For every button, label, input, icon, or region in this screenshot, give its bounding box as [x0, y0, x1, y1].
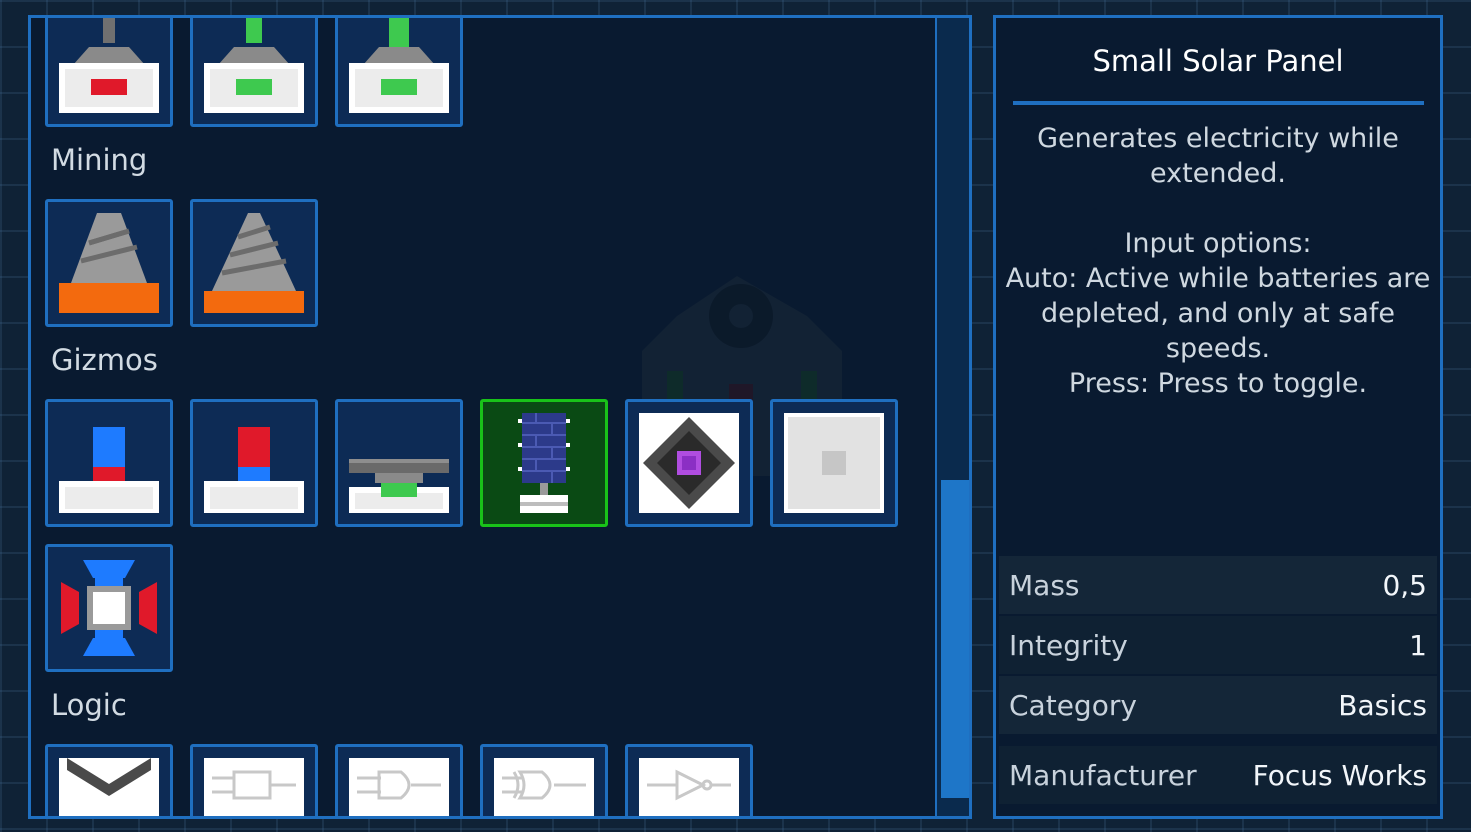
part-description: Generates electricity while extended. In… — [1005, 123, 1431, 399]
part-tile-thruster-cross[interactable] — [45, 544, 173, 672]
small-drill-icon — [59, 213, 159, 313]
part-tile-tall-green-light-button[interactable] — [335, 18, 463, 127]
part-tile-logic-gate-4[interactable] — [625, 744, 753, 816]
part-tile-green-light-button[interactable] — [190, 18, 318, 127]
stat-label: Category — [1009, 688, 1137, 722]
part-tile-red-light-button[interactable] — [45, 18, 173, 127]
part-tile-v-gate[interactable] — [45, 744, 173, 816]
part-tile-blue-red-piston[interactable] — [45, 399, 173, 527]
title-divider — [1013, 101, 1424, 105]
stat-value: 0,5 — [1382, 568, 1427, 602]
thruster-cross-icon — [61, 560, 157, 656]
part-tile-logic-gate-3[interactable] — [480, 744, 608, 816]
stat-row-manufacturer: Manufacturer Focus Works — [999, 746, 1437, 804]
part-tile-small-solar-panel[interactable] — [480, 399, 608, 527]
part-tile-diamond-sensor[interactable] — [625, 399, 753, 527]
section-label-mining: Mining — [51, 143, 148, 177]
palette-scrollbar[interactable] — [935, 18, 969, 816]
logic-gate-3-icon — [494, 758, 594, 816]
large-drill-icon — [204, 213, 304, 313]
stat-value: 1 — [1409, 628, 1427, 662]
stat-row-mass: Mass 0,5 — [999, 556, 1437, 614]
part-info-panel: Small Solar Panel Generates electricity … — [993, 15, 1443, 819]
section-label-logic: Logic — [51, 688, 127, 722]
logic-gate-4-icon — [639, 758, 739, 816]
red-blue-piston-icon — [204, 427, 304, 513]
tall-green-light-button-icon — [349, 18, 449, 113]
stat-value: Focus Works — [1252, 758, 1427, 792]
part-tile-gray-block[interactable] — [770, 399, 898, 527]
part-tile-large-drill[interactable] — [190, 199, 318, 327]
pressure-plate-icon — [349, 459, 449, 513]
stat-label: Manufacturer — [1009, 758, 1197, 792]
stat-row-integrity: Integrity 1 — [999, 616, 1437, 674]
part-title: Small Solar Panel — [1092, 44, 1344, 78]
part-tile-pressure-plate[interactable] — [335, 399, 463, 527]
v-gate-icon — [59, 758, 159, 816]
logic-gate-2-icon — [349, 758, 449, 816]
green-light-button-icon — [204, 18, 304, 113]
part-tile-small-drill[interactable] — [45, 199, 173, 327]
logic-gate-1-icon — [204, 758, 304, 816]
parts-palette: Mining Gizmos Logic — [28, 15, 972, 819]
part-tile-logic-gate-2[interactable] — [335, 744, 463, 816]
gray-block-icon — [784, 413, 884, 513]
part-tile-red-blue-piston[interactable] — [190, 399, 318, 527]
stat-label: Mass — [1009, 568, 1080, 602]
small-solar-panel-icon — [518, 413, 570, 513]
blue-red-piston-icon — [59, 427, 159, 513]
stat-label: Integrity — [1009, 628, 1128, 662]
stat-value: Basics — [1338, 688, 1427, 722]
red-light-button-icon — [59, 18, 159, 113]
diamond-sensor-icon — [639, 413, 739, 513]
part-tile-logic-gate-1[interactable] — [190, 744, 318, 816]
stat-row-category: Category Basics — [999, 676, 1437, 734]
palette-scrollbar-thumb[interactable] — [941, 480, 969, 798]
section-label-gizmos: Gizmos — [51, 343, 158, 377]
